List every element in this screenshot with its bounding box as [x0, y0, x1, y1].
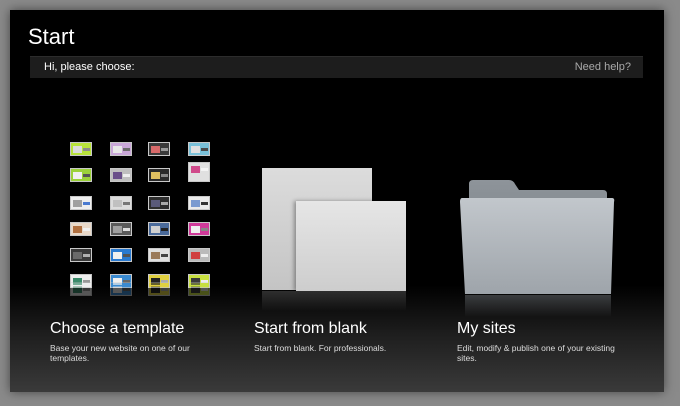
- template-thumbnail: [70, 222, 92, 236]
- template-grid-reflection: [60, 282, 210, 304]
- my-sites-option[interactable]: My sites Edit, modify & publish one of y…: [457, 130, 647, 380]
- template-grid-icon: [60, 136, 210, 291]
- template-thumbnail: [188, 196, 210, 210]
- pages-reflection: [262, 291, 406, 311]
- template-thumbnail: [148, 196, 170, 210]
- template-thumbnail: [148, 222, 170, 236]
- template-thumbnail: [70, 196, 92, 210]
- header-bar: Hi, please choose: Need help?: [30, 56, 643, 78]
- option-description: Edit, modify & publish one of your exist…: [457, 343, 615, 363]
- template-thumbnail: [148, 142, 170, 156]
- template-thumbnail: [110, 222, 132, 236]
- template-thumbnail: [70, 248, 92, 262]
- template-thumbnail: [110, 248, 132, 262]
- template-thumbnail: [110, 282, 132, 296]
- template-thumbnail: [70, 282, 92, 296]
- template-thumbnail: [188, 248, 210, 262]
- template-thumbnail: [70, 168, 92, 182]
- start-from-blank-option[interactable]: Start from blank Start from blank. For p…: [254, 130, 444, 380]
- window-title: Start: [28, 24, 75, 49]
- template-thumbnail: [148, 168, 170, 182]
- greeting-text: Hi, please choose:: [44, 61, 135, 73]
- choose-template-option[interactable]: Choose a template Base your new website …: [50, 130, 240, 380]
- need-help-link[interactable]: Need help?: [575, 61, 631, 73]
- option-description: Start from blank. For professionals.: [254, 343, 387, 353]
- template-thumbnail: [110, 142, 132, 156]
- front-page: [296, 201, 406, 291]
- option-title: My sites: [457, 320, 516, 337]
- folder-icon: [460, 180, 615, 317]
- template-thumbnail: [148, 248, 170, 262]
- template-thumbnail: [188, 222, 210, 236]
- template-thumbnail: [188, 162, 210, 182]
- template-thumbnail: [110, 168, 132, 182]
- option-description: Base your new website on one of our temp…: [50, 343, 190, 363]
- template-thumbnail: [70, 142, 92, 156]
- template-thumbnail: [110, 196, 132, 210]
- template-thumbnail: [188, 282, 210, 296]
- start-window: Start Hi, please choose: Need help? Choo…: [10, 10, 664, 392]
- template-thumbnail: [188, 142, 210, 156]
- option-title: Choose a template: [50, 320, 185, 337]
- option-title: Start from blank: [254, 320, 367, 337]
- template-thumbnail: [148, 282, 170, 296]
